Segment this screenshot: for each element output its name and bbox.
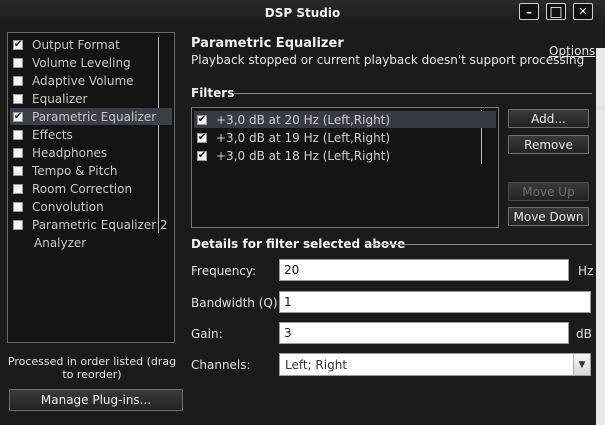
frequency-field[interactable] xyxy=(279,259,569,281)
filter-item[interactable]: ✔ +3,0 dB at 18 Hz (Left,Right) xyxy=(194,147,496,164)
plugin-item-parametric-equalizer[interactable]: ✔ Parametric Equalizer xyxy=(10,108,172,125)
remove-filter-button[interactable]: Remove xyxy=(508,135,589,154)
background-window-edge xyxy=(596,48,605,425)
plugin-item-parametric-equalizer-2[interactable]: Parametric Equalizer 2 xyxy=(10,216,172,233)
plugin-label: Parametric Equalizer 2 xyxy=(32,217,168,232)
frequency-label: Frequency: xyxy=(191,264,257,278)
plugin-item-tempo-pitch[interactable]: Tempo & Pitch xyxy=(10,162,172,179)
channels-value: Left; Right xyxy=(285,358,348,372)
details-divider xyxy=(372,244,592,245)
page-title: Parametric Equalizer xyxy=(191,36,344,51)
minimize-icon: – xyxy=(526,4,532,19)
plugin-checkbox[interactable] xyxy=(13,165,23,176)
plugin-checkbox[interactable] xyxy=(13,147,23,158)
close-icon: ✕ xyxy=(578,5,588,18)
plugin-checkbox[interactable] xyxy=(13,93,23,104)
gain-field[interactable] xyxy=(279,322,569,344)
plugin-label: Volume Leveling xyxy=(32,55,131,70)
plugin-item-headphones[interactable]: Headphones xyxy=(10,144,172,161)
close-button[interactable]: ✕ xyxy=(573,3,593,20)
plugin-label: Parametric Equalizer xyxy=(32,109,157,124)
maximize-icon: □ xyxy=(549,3,563,20)
plugin-item-adaptive-volume[interactable]: Adaptive Volume xyxy=(10,72,172,89)
filter-list[interactable]: ✔ +3,0 dB at 20 Hz (Left,Right) ✔ +3,0 d… xyxy=(191,107,499,228)
maximize-button[interactable]: □ xyxy=(546,3,566,20)
filter-label: +3,0 dB at 18 Hz (Left,Right) xyxy=(216,148,391,163)
plugin-checkbox[interactable] xyxy=(13,201,23,212)
filter-label: +3,0 dB at 19 Hz (Left,Right) xyxy=(216,130,391,145)
plugin-item-analyzer[interactable]: Analyzer xyxy=(10,234,172,251)
plugin-label: Tempo & Pitch xyxy=(32,163,118,178)
gain-unit: dB xyxy=(576,327,592,341)
check-icon: ✔ xyxy=(13,110,23,122)
move-up-button[interactable]: Move Up xyxy=(508,182,589,201)
plugin-item-equalizer[interactable]: Equalizer xyxy=(10,90,172,107)
status-message: Playback stopped or current playback doe… xyxy=(191,53,585,67)
plugin-checkbox[interactable]: ✔ xyxy=(13,110,23,122)
check-icon: ✔ xyxy=(197,149,207,161)
plugin-checkbox[interactable]: ✔ xyxy=(13,38,23,50)
plugin-checkbox[interactable] xyxy=(13,129,23,140)
minimize-button[interactable]: – xyxy=(519,3,539,20)
plugin-label: Adaptive Volume xyxy=(32,73,134,88)
gain-label: Gain: xyxy=(191,327,223,341)
plugin-checkbox[interactable] xyxy=(13,219,23,230)
plugin-label: Output Format xyxy=(32,37,120,52)
plugin-label: Room Correction xyxy=(32,181,133,196)
bandwidth-field[interactable] xyxy=(279,291,591,313)
plugin-label: Effects xyxy=(32,127,73,142)
filter-item[interactable]: ✔ +3,0 dB at 19 Hz (Left,Right) xyxy=(194,129,496,146)
plugin-checkbox[interactable] xyxy=(13,75,23,86)
options-link[interactable]: Options xyxy=(549,44,595,58)
plugin-item-room-correction[interactable]: Room Correction xyxy=(10,180,172,197)
title-bar: DSP Studio – □ ✕ xyxy=(0,0,605,26)
filters-heading: Filters xyxy=(191,86,235,100)
chevron-down-icon[interactable]: ▼ xyxy=(573,354,590,375)
plugin-item-volume-leveling[interactable]: Volume Leveling xyxy=(10,54,172,71)
plugin-label: Convolution xyxy=(32,199,104,214)
plugin-label: Equalizer xyxy=(32,91,88,106)
plugin-label: Analyzer xyxy=(34,235,87,250)
move-down-button[interactable]: Move Down xyxy=(508,207,589,226)
channels-select[interactable]: Left; Right ▼ xyxy=(279,353,591,376)
channels-label: Channels: xyxy=(191,358,251,372)
order-note: Processed in order listed (drag to reord… xyxy=(7,355,177,381)
window-title: DSP Studio xyxy=(264,6,341,20)
filters-divider xyxy=(234,93,592,94)
plugin-checkbox[interactable] xyxy=(13,183,23,194)
frequency-unit: Hz xyxy=(578,264,594,278)
filter-item[interactable]: ✔ +3,0 dB at 20 Hz (Left,Right) xyxy=(194,111,496,128)
filter-checkbox[interactable]: ✔ xyxy=(197,149,207,161)
plugin-checkbox[interactable] xyxy=(13,57,23,68)
manage-plugins-button[interactable]: Manage Plug-ins... xyxy=(9,389,183,411)
add-filter-button[interactable]: Add... xyxy=(508,109,589,128)
filter-label: +3,0 dB at 20 Hz (Left,Right) xyxy=(216,112,391,127)
plugin-list[interactable]: ✔ Output Format Volume Leveling Adaptive… xyxy=(7,32,175,343)
check-icon: ✔ xyxy=(13,38,23,50)
check-icon: ✔ xyxy=(197,131,207,143)
filter-checkbox[interactable]: ✔ xyxy=(197,113,207,125)
plugin-item-effects[interactable]: Effects xyxy=(10,126,172,143)
plugin-label: Headphones xyxy=(32,145,108,160)
plugin-item-output-format[interactable]: ✔ Output Format xyxy=(10,36,172,53)
check-icon: ✔ xyxy=(197,113,207,125)
filter-checkbox[interactable]: ✔ xyxy=(197,131,207,143)
bandwidth-label: Bandwidth (Q): xyxy=(191,296,282,310)
plugin-item-convolution[interactable]: Convolution xyxy=(10,198,172,215)
